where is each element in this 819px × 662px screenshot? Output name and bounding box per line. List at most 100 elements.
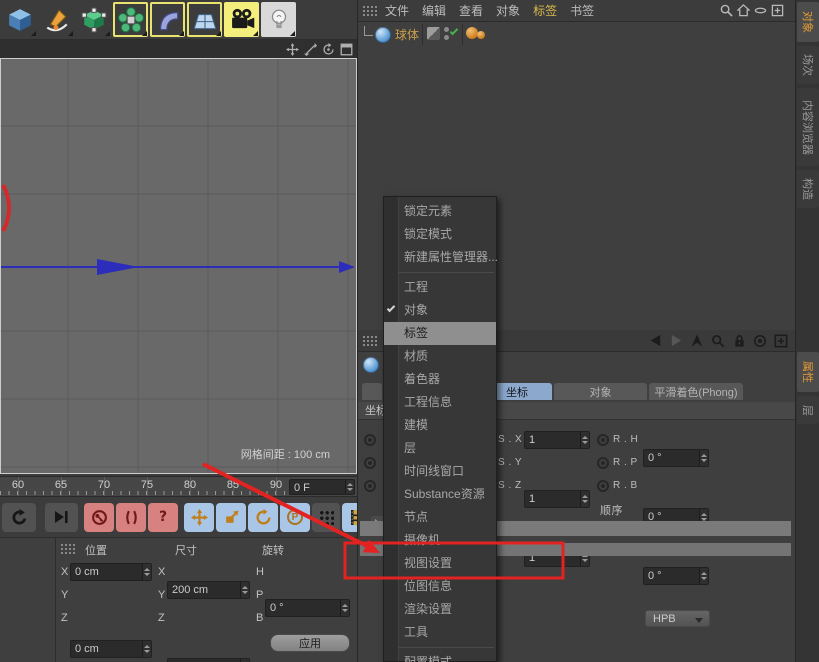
keyframe-circle[interactable] [364,480,376,492]
subdivision-surface-icon[interactable] [76,2,111,37]
camera-icon[interactable] [224,2,259,37]
cloner-icon[interactable] [113,2,148,37]
light-icon[interactable] [261,2,296,37]
menu-view[interactable]: 查看 [459,2,483,19]
keyframe-circle[interactable] [597,434,609,446]
up-icon[interactable] [689,332,705,349]
tab-basic-sliver[interactable] [362,383,382,400]
object-row-sphere[interactable]: 球体 [358,24,795,45]
lock-icon[interactable] [731,332,747,349]
rotation-h-field-attr[interactable]: 0 ° [643,449,709,467]
autokey-button[interactable] [116,503,146,532]
lens-icon[interactable] [753,3,768,18]
viewport[interactable]: 网格间距 : 100 cm [0,58,357,474]
add-panel-icon[interactable] [770,3,785,18]
bend-deformer-icon[interactable] [150,2,185,37]
attribute-grip[interactable] [362,335,377,346]
animate-rotation-button[interactable] [248,503,278,532]
side-tab-structure[interactable]: 构造 [797,170,819,208]
viewport-dolly-icon[interactable] [303,42,317,56]
keyframe-circle[interactable] [597,480,609,492]
rotation-h-field[interactable]: 0 ° [265,599,350,617]
layer-color-swatch[interactable] [427,27,440,40]
menu-bookmarks[interactable]: 书签 [570,2,594,19]
position-y-field[interactable]: 0 cm [70,640,152,658]
rotation-b-field-attr[interactable]: 0 ° [643,567,709,585]
order-dropdown[interactable]: HPB [645,610,710,627]
cube-primitive-icon[interactable] [2,2,37,37]
object-name-label[interactable]: 球体 [395,26,419,43]
menu-item-camera[interactable]: 摄像机 [384,529,496,552]
viewport-pan-icon[interactable] [285,42,299,56]
editor-visibility-dot[interactable] [444,27,449,32]
home-icon[interactable] [736,3,751,18]
animate-scale-button[interactable] [216,503,246,532]
floor-icon[interactable] [187,2,222,37]
size-y-field[interactable]: 200 cm [167,658,250,662]
menu-item-shader[interactable]: 着色器 [384,368,496,391]
menu-item-layer[interactable]: 层 [384,437,496,460]
menu-object[interactable]: 对象 [496,2,520,19]
menu-item-modeling[interactable]: 建模 [384,414,496,437]
timeline-ruler[interactable]: 60 65 70 75 80 85 90 0 F [0,476,357,497]
keyframe-circle[interactable] [364,457,376,469]
menu-item-bitmap-info[interactable]: 位图信息 [384,575,496,598]
menu-item-timeline-window[interactable]: 时间线窗口 [384,460,496,483]
frame-spinner[interactable] [345,480,354,494]
menubar-grip[interactable] [362,5,377,16]
phong-tag-icon-small[interactable] [477,31,485,39]
point-level-animation-button[interactable] [312,503,340,532]
menu-item-render-settings[interactable]: 渲染设置 [384,598,496,621]
search-icon[interactable] [710,332,726,349]
tab-object[interactable]: 对象 [554,383,647,400]
add-icon[interactable] [773,332,789,349]
scale-x-field[interactable]: 1 [524,431,590,449]
menu-item-new-attribute-manager[interactable]: 新建属性管理器... [384,246,496,269]
keyframe-circle[interactable] [597,457,609,469]
current-frame-field[interactable]: 0 F [289,479,355,495]
play-loop-button[interactable] [2,503,36,532]
position-x-field[interactable]: 0 cm [70,563,152,581]
menu-item-tools[interactable]: 工具 [384,621,496,644]
render-visibility-dot[interactable] [444,35,449,40]
animate-position-button[interactable] [184,503,214,532]
menu-item-object[interactable]: 对象 [384,299,496,322]
side-tab-layers[interactable]: 层 [797,396,819,424]
forward-icon[interactable] [668,332,684,349]
sphere-object-icon[interactable] [375,27,391,43]
viewport-maximize-icon[interactable] [339,42,353,56]
goto-end-button[interactable] [45,503,78,532]
back-icon[interactable] [647,332,663,349]
side-tab-takes[interactable]: 场次 [797,46,819,84]
panel-grip[interactable] [60,543,75,554]
menu-tags[interactable]: 标签 [533,2,557,19]
menu-item-project-info[interactable]: 工程信息 [384,391,496,414]
menu-item-lock-mode[interactable]: 锁定模式 [384,223,496,246]
menu-item-lock-element[interactable]: 锁定元素 [384,200,496,223]
pen-spline-icon[interactable] [39,2,74,37]
size-x-field[interactable]: 200 cm [167,581,250,599]
menu-item-substance-assets[interactable]: Substance资源 [384,483,496,506]
apply-button[interactable]: 应用 [270,634,350,652]
animate-parameter-button[interactable]: P [280,503,310,532]
side-tab-attributes[interactable]: 属性 [797,352,819,392]
side-tab-content-browser[interactable]: 内容浏览器 [797,88,819,166]
menu-item-material[interactable]: 材质 [384,345,496,368]
menu-edit[interactable]: 编辑 [422,2,446,19]
target-icon[interactable] [752,332,768,349]
keyframe-circle[interactable] [364,434,376,446]
search-icon[interactable] [719,3,734,18]
scale-y-field[interactable]: 1 [524,490,590,508]
menu-item-project[interactable]: 工程 [384,276,496,299]
record-keyframe-button[interactable] [84,503,114,532]
keyframe-help-button[interactable]: ? [148,503,178,532]
viewport-rotate-icon[interactable] [321,42,335,56]
side-tab-objects[interactable]: 对象 [797,2,819,42]
menu-item-tags[interactable]: 标签 [384,322,496,345]
menu-item-viewport-settings[interactable]: 视图设置 [384,552,496,575]
menu-item-configuration-mode[interactable]: 配置模式 [384,651,496,662]
menu-file[interactable]: 文件 [385,2,409,19]
enabled-check-icon[interactable] [450,27,458,35]
tab-phong[interactable]: 平滑着色(Phong) [649,383,743,400]
menu-item-nodes[interactable]: 节点 [384,506,496,529]
